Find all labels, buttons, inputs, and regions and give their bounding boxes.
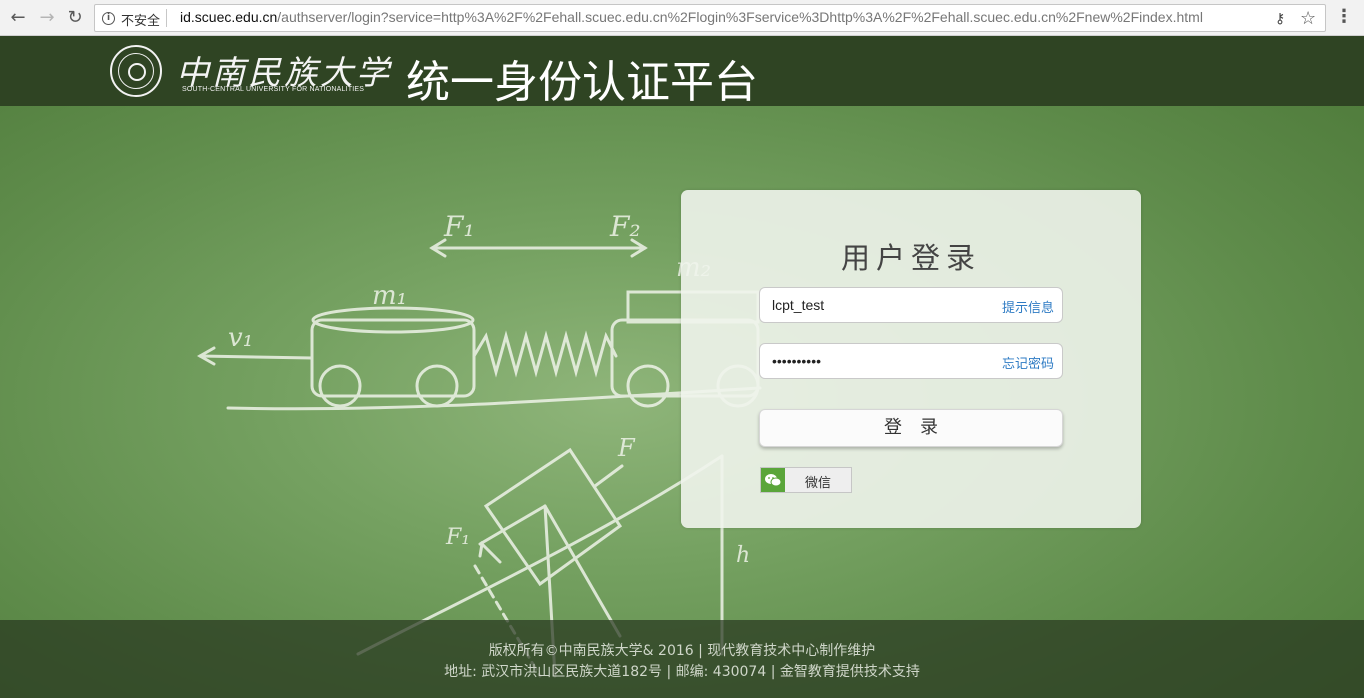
svg-text:F₁: F₁ bbox=[443, 210, 475, 243]
svg-text:h: h bbox=[736, 543, 750, 568]
login-page: F₁ F₂ m₁ m₂ v₁ F F₁ h 中南民族大学 SOUTH-CENTR… bbox=[0, 36, 1364, 698]
wechat-login-button[interactable]: 微信 bbox=[760, 467, 852, 493]
platform-title: 统一身份认证平台 bbox=[406, 57, 758, 108]
hint-info-link[interactable]: 提示信息 bbox=[1002, 297, 1054, 316]
svg-text:F₂: F₂ bbox=[609, 210, 641, 243]
svg-text:v₁: v₁ bbox=[228, 323, 253, 353]
university-name-en: SOUTH-CENTRAL UNIVERSITY FOR NATIONALITI… bbox=[182, 86, 365, 93]
password-input[interactable]: •••••••••• bbox=[772, 353, 992, 369]
login-button[interactable]: 登录 bbox=[759, 409, 1063, 447]
info-icon[interactable]: i bbox=[102, 12, 115, 25]
address-bar[interactable]: i 不安全 id.scuec.edu.cn/authserver/login?s… bbox=[94, 4, 1326, 32]
url-host: id.scuec.edu.cn bbox=[180, 9, 278, 25]
security-label[interactable]: 不安全 bbox=[121, 10, 160, 29]
forward-icon[interactable]: → bbox=[36, 7, 58, 29]
seal-core bbox=[128, 63, 146, 81]
site-footer: 版权所有©中南民族大学& 2016 | 现代教育技术中心制作维护 地址: 武汉市… bbox=[0, 620, 1364, 698]
back-icon[interactable]: ← bbox=[7, 7, 29, 29]
forgot-password-link[interactable]: 忘记密码 bbox=[1002, 353, 1054, 372]
footer-copyright: 版权所有©中南民族大学& 2016 | 现代教育技术中心制作维护 bbox=[488, 643, 876, 659]
key-icon[interactable]: ⚷ bbox=[1275, 11, 1285, 27]
reload-icon[interactable]: ↻ bbox=[64, 7, 86, 29]
university-seal-logo bbox=[110, 45, 162, 97]
wechat-icon bbox=[761, 468, 785, 492]
svg-text:F: F bbox=[617, 434, 636, 462]
site-header: 中南民族大学 SOUTH-CENTRAL UNIVERSITY FOR NATI… bbox=[0, 36, 1364, 108]
svg-text:m₁: m₁ bbox=[372, 281, 407, 311]
username-field[interactable]: 提示信息 bbox=[759, 287, 1063, 323]
username-input[interactable] bbox=[772, 297, 992, 313]
footer-address: 地址: 武汉市洪山区民族大道182号 | 邮编: 430074 | 金智教育提供… bbox=[444, 664, 920, 680]
password-field[interactable]: •••••••••• 忘记密码 bbox=[759, 343, 1063, 379]
browser-toolbar: ← → ↻ i 不安全 id.scuec.edu.cn/authserver/l… bbox=[0, 0, 1364, 36]
url-divider bbox=[166, 9, 167, 27]
url-path: /authserver/login?service=http%3A%2F%2Fe… bbox=[277, 9, 1203, 25]
more-menu-icon[interactable]: ⋮ bbox=[1335, 7, 1353, 27]
login-panel: 用户登录 提示信息 •••••••••• 忘记密码 登录 微信 bbox=[681, 190, 1141, 528]
wechat-label: 微信 bbox=[804, 476, 831, 491]
star-icon[interactable]: ☆ bbox=[1300, 8, 1316, 29]
svg-text:F₁: F₁ bbox=[445, 525, 470, 550]
seal-inner-ring bbox=[118, 53, 154, 89]
login-title: 用户登录 bbox=[840, 241, 981, 275]
url-text[interactable]: id.scuec.edu.cn/authserver/login?service… bbox=[180, 9, 1203, 25]
